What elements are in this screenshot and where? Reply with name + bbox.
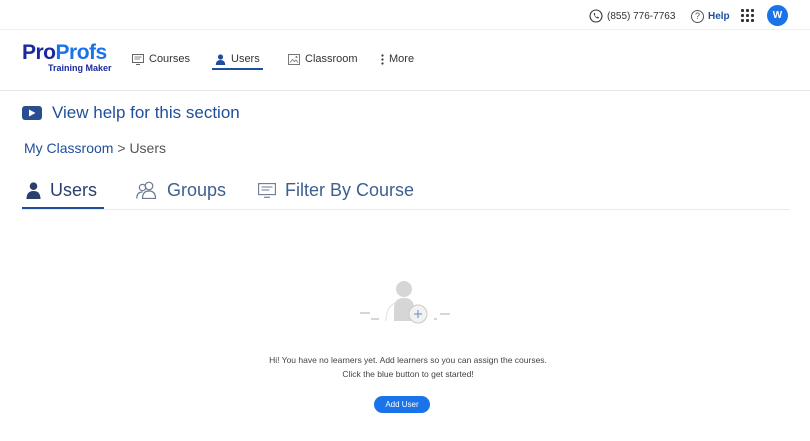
course-icon	[258, 182, 276, 198]
courses-icon	[132, 53, 144, 65]
logo-brand-pro: Pro	[22, 41, 56, 64]
nav-courses[interactable]: Courses	[132, 50, 190, 68]
breadcrumb-my-classroom[interactable]: My Classroom	[24, 140, 113, 156]
tab-filter-by-course[interactable]: Filter By Course	[258, 178, 414, 202]
vertical-dots-icon	[381, 53, 384, 65]
nav-users-label: Users	[231, 53, 260, 65]
proprofs-logo[interactable]: ProProfs Training Maker	[22, 41, 122, 74]
phone-text: (855) 776-7763	[607, 10, 676, 22]
nav-courses-label: Courses	[149, 53, 190, 65]
user-icon	[26, 181, 41, 199]
empty-state-hint: Click the blue button to get started!	[342, 369, 474, 379]
top-utility-bar: (855) 776-7763 ? Help W	[0, 0, 810, 30]
tab-groups-label: Groups	[167, 179, 227, 200]
nav-more-label: More	[389, 53, 415, 65]
phone-number[interactable]: (855) 776-7763	[589, 8, 675, 24]
tab-users-label: Users	[50, 179, 98, 200]
view-help-link[interactable]: View help for this section	[22, 102, 240, 124]
breadcrumb-current: Users	[129, 140, 166, 156]
phone-icon	[589, 9, 603, 23]
logo-brand-profs: Profs	[55, 41, 108, 64]
logo-subtitle: Training Maker	[48, 63, 112, 73]
help-link[interactable]: ? Help	[691, 8, 730, 24]
group-icon	[136, 181, 157, 199]
tab-active-indicator	[22, 207, 104, 209]
view-help-label: View help for this section	[52, 103, 240, 122]
tab-filter-label: Filter By Course	[285, 179, 415, 200]
nav-classroom[interactable]: Classroom	[288, 50, 358, 68]
tab-groups[interactable]: Groups	[136, 178, 226, 202]
breadcrumb: My Classroom > Users	[24, 140, 166, 156]
tab-users[interactable]: Users	[26, 178, 97, 202]
user-tabs: Users Groups Filter By Course	[22, 172, 790, 210]
nav-classroom-label: Classroom	[305, 53, 358, 65]
question-icon: ?	[691, 9, 704, 23]
user-avatar[interactable]: W	[767, 5, 788, 26]
breadcrumb-separator: >	[113, 140, 130, 156]
user-icon	[215, 53, 226, 65]
main-navbar: ProProfs Training Maker Courses Users Cl…	[0, 30, 810, 91]
apps-grid-icon[interactable]	[741, 9, 754, 22]
add-user-button[interactable]: Add User	[374, 396, 430, 413]
nav-users[interactable]: Users	[215, 50, 260, 68]
classroom-icon	[288, 53, 300, 65]
nav-more[interactable]: More	[381, 50, 414, 68]
play-video-icon	[22, 106, 42, 120]
add-learner-illustration	[360, 281, 450, 324]
nav-active-indicator	[212, 68, 263, 70]
empty-state-message: Hi! You have no learners yet. Add learne…	[269, 355, 547, 365]
help-label: Help	[708, 10, 730, 22]
